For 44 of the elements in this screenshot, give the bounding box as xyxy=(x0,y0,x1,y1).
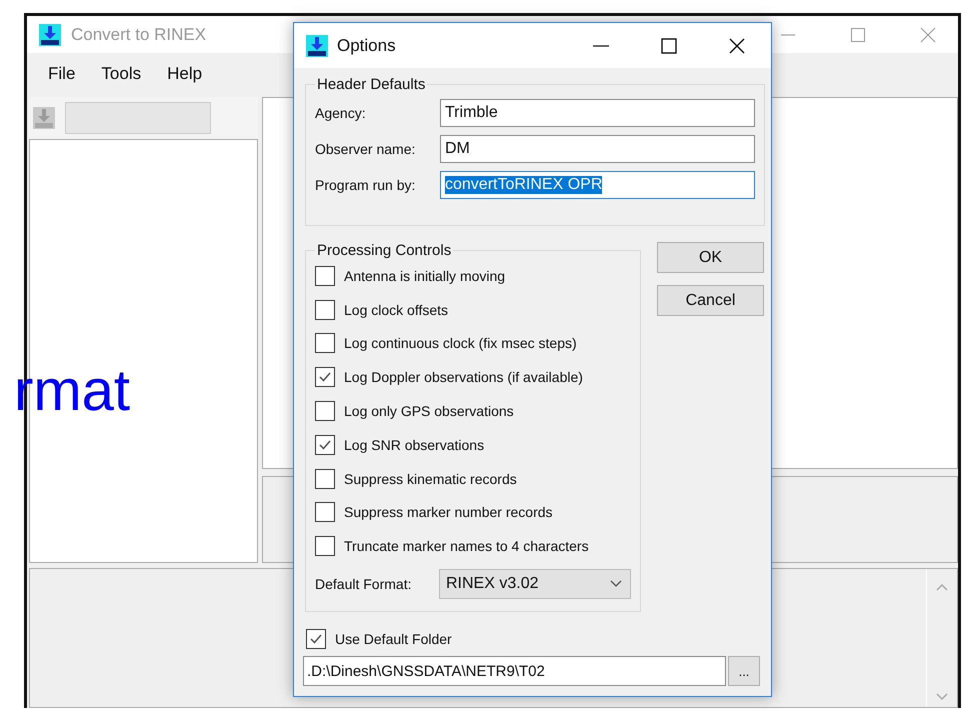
checkbox-label: Truncate marker names to 4 characters xyxy=(344,538,589,554)
window-title: Convert to RINEX xyxy=(71,24,206,44)
checkbox-label: Log continuous clock (fix msec steps) xyxy=(344,335,577,352)
input-field[interactable]: DM xyxy=(440,135,755,163)
checkbox[interactable] xyxy=(315,502,335,522)
field-label: Agency: xyxy=(315,105,367,121)
checkbox[interactable] xyxy=(315,300,335,320)
app-icon xyxy=(306,34,328,56)
app-icon xyxy=(39,24,61,46)
group-title: Header Defaults xyxy=(316,76,426,93)
field-label: Observer name: xyxy=(315,141,416,157)
dialog-button[interactable]: Cancel xyxy=(657,285,764,316)
checkbox[interactable] xyxy=(306,629,326,649)
chevron-down-icon xyxy=(610,580,622,588)
menu-item[interactable]: File xyxy=(48,64,76,84)
dialog-button[interactable]: OK xyxy=(657,242,764,273)
maximize-icon[interactable] xyxy=(661,38,677,54)
checkbox[interactable] xyxy=(315,266,335,286)
checkbox[interactable] xyxy=(315,468,335,489)
checkbox-label: Suppress marker number records xyxy=(344,504,553,520)
checkbox[interactable] xyxy=(315,333,335,354)
menu-item[interactable]: Help xyxy=(167,64,202,84)
checkbox[interactable] xyxy=(315,367,335,388)
dialog-title: Options xyxy=(337,36,396,56)
close-icon[interactable] xyxy=(729,38,745,54)
browse-button[interactable]: ... xyxy=(728,656,760,686)
group-title: Processing Controls xyxy=(316,242,452,259)
checkbox-label: Log clock offsets xyxy=(344,302,448,318)
checkbox-label: Log SNR observations xyxy=(344,436,484,453)
folder-path-field[interactable]: .D:\Dinesh\GNSSDATA\NETR9\T02 xyxy=(303,656,726,686)
checkbox-label: Suppress kinematic records xyxy=(344,470,517,487)
checkbox-label: Antenna is initially moving xyxy=(344,268,506,284)
input-field[interactable]: Trimble xyxy=(440,99,755,127)
checkbox-label: Log only GPS observations xyxy=(344,403,514,420)
field-label: Default Format: xyxy=(315,576,412,592)
field-label: Program run by: xyxy=(315,177,416,193)
checkbox[interactable] xyxy=(315,401,335,422)
checkbox[interactable] xyxy=(315,434,335,455)
checkbox-label: Use Default Folder xyxy=(335,631,452,647)
format-dropdown[interactable]: RINEX v3.02 xyxy=(439,569,631,600)
input-field[interactable]: convertToRINEX OPR xyxy=(440,171,755,199)
checkbox[interactable] xyxy=(315,536,335,556)
menu-item[interactable]: Tools xyxy=(101,64,142,84)
checkbox-label: Log Doppler observations (if available) xyxy=(344,369,583,386)
